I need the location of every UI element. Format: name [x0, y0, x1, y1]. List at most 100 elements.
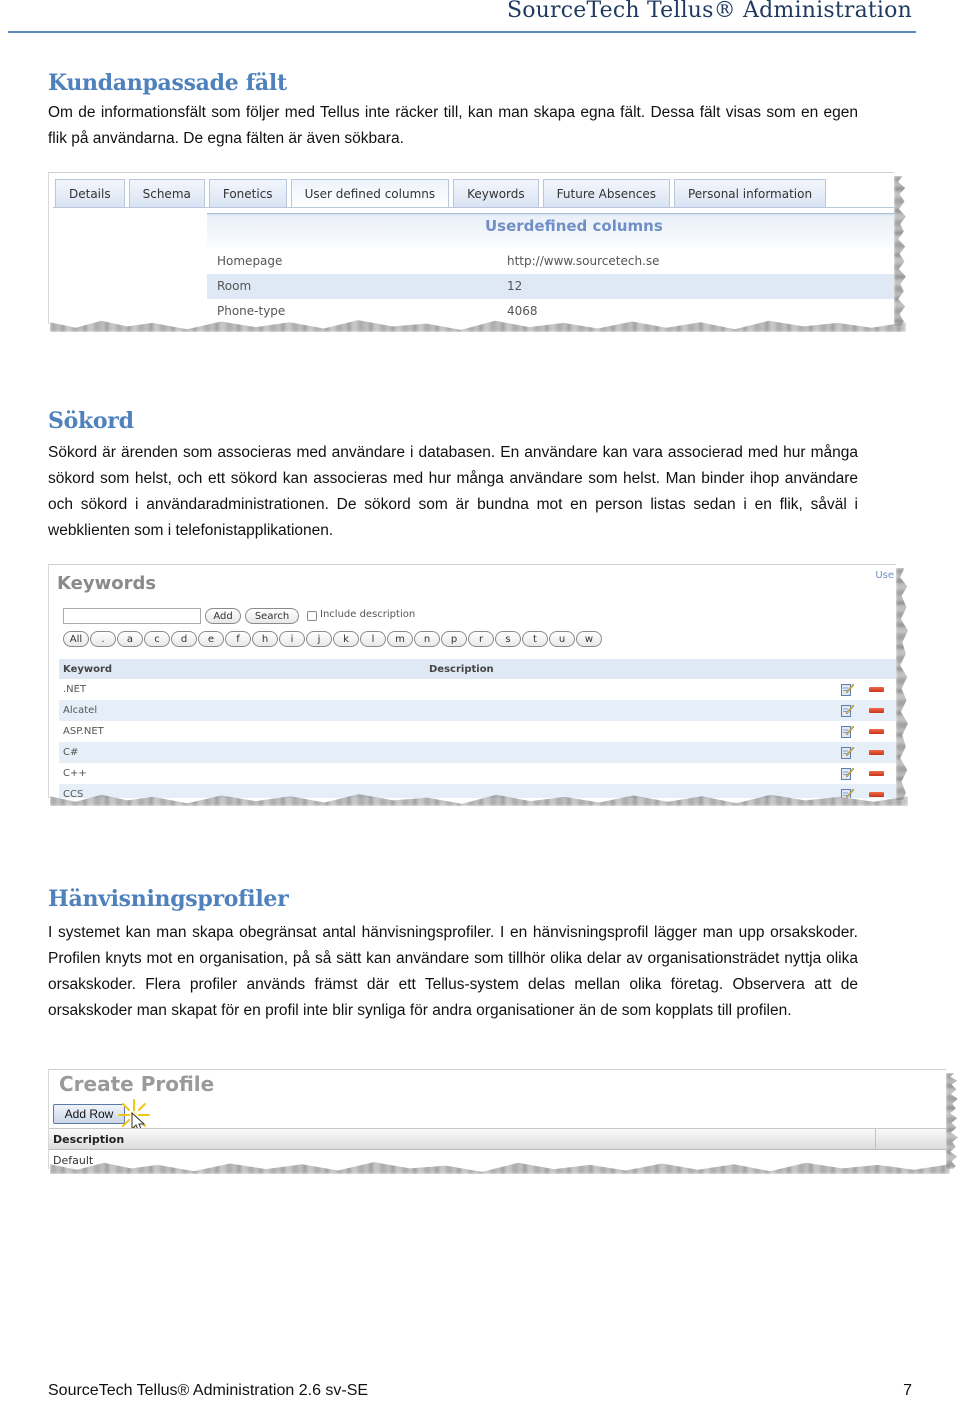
tab-keywords[interactable]: Keywords [453, 179, 539, 207]
profile-row-default: Default [53, 1154, 94, 1167]
tab-label: Future Absences [556, 186, 656, 201]
tab-label: User defined columns [304, 186, 436, 201]
letter-filter-button[interactable]: t [522, 631, 548, 647]
header-rule [8, 31, 916, 33]
udc-value: 4068 [507, 304, 538, 318]
keyword-row: .NET [59, 679, 896, 700]
letter-filter-button[interactable]: . [90, 631, 116, 647]
udc-field: Homepage [217, 254, 283, 268]
tab-future-absences[interactable]: Future Absences [542, 179, 670, 207]
edit-icon[interactable] [841, 766, 854, 780]
letter-filter-button[interactable]: n [414, 631, 440, 647]
keyword-row: C# [59, 742, 896, 763]
footer-document-name: SourceTech Tellus® Administration 2.6 sv… [48, 1382, 369, 1399]
keyword-name: CCS [63, 789, 84, 798]
letter-filter-button[interactable]: u [549, 631, 575, 647]
delete-icon[interactable] [869, 771, 884, 776]
tab-label: Personal information [687, 186, 813, 201]
letter-filter-button[interactable]: j [306, 631, 332, 647]
section-heading-kundanpassade: Kundanpassade fält [48, 70, 287, 96]
add-button[interactable]: Add [205, 608, 241, 624]
delete-icon[interactable] [869, 687, 884, 692]
delete-icon[interactable] [869, 729, 884, 734]
tab-label: Fonetics [222, 186, 273, 201]
tab-label: Schema [142, 186, 191, 201]
keyword-name: Alcatel [63, 705, 98, 716]
running-header: SourceTech Tellus® Administration [0, 0, 960, 36]
letter-filter-button[interactable]: c [144, 631, 170, 647]
search-button[interactable]: Search [245, 608, 299, 624]
letter-filter-button[interactable]: r [468, 631, 494, 647]
profile-table-header: Description [49, 1128, 946, 1150]
delete-icon[interactable] [869, 708, 884, 713]
create-profile-title: Create Profile [59, 1072, 215, 1096]
letter-filter-button[interactable]: s [495, 631, 521, 647]
letter-filter-button[interactable]: All [63, 631, 89, 647]
keyword-name: .NET [63, 684, 87, 695]
keyword-row: Alcatel [59, 700, 896, 721]
keywords-screenshot: Keywords Use Add Search Include descript… [48, 564, 896, 798]
delete-icon[interactable] [869, 750, 884, 755]
tab-underline [53, 207, 894, 208]
add-row-button[interactable]: Add Row [53, 1104, 125, 1124]
document-title: SourceTech Tellus® Administration [506, 0, 912, 23]
keywords-table-header: Keyword Description [59, 659, 896, 679]
torn-edge-right [946, 1073, 958, 1169]
edit-icon[interactable] [841, 787, 854, 798]
page-number: 7 [903, 1382, 912, 1399]
delete-icon[interactable] [869, 792, 884, 797]
letter-filter-button[interactable]: k [333, 631, 359, 647]
keyword-row: C++ [59, 763, 896, 784]
tab-label: Details [69, 186, 111, 201]
letter-filter-button[interactable]: p [441, 631, 467, 647]
tab-label: Keywords [467, 186, 525, 201]
udc-row: Phone-type 4068 [207, 299, 894, 324]
keyword-name: C++ [63, 768, 87, 779]
tab-personal-information[interactable]: Personal information [673, 179, 827, 207]
udc-field: Room [217, 279, 252, 293]
torn-edge-right [896, 568, 908, 800]
letter-filter-button[interactable]: h [252, 631, 278, 647]
tab-fonetics[interactable]: Fonetics [208, 179, 287, 207]
include-description-checkbox[interactable] [307, 611, 317, 621]
edit-icon[interactable] [841, 724, 854, 738]
column-header-keyword[interactable]: Keyword [63, 664, 112, 675]
letter-filter-button[interactable]: w [576, 631, 602, 647]
user-link[interactable]: Use [875, 570, 894, 581]
letter-filter-button[interactable]: m [387, 631, 413, 647]
edit-icon[interactable] [841, 745, 854, 759]
udc-row: Room 12 [207, 274, 894, 299]
user-tabs: Details Schema Fonetics User defined col… [55, 179, 827, 207]
keywords-title: Keywords [57, 573, 157, 594]
section-body-sokord: Sökord är ärenden som associeras med anv… [48, 444, 858, 539]
letter-filter-button[interactable]: f [225, 631, 251, 647]
letter-filter-button[interactable]: a [117, 631, 143, 647]
letter-filter-button[interactable]: d [171, 631, 197, 647]
edit-icon[interactable] [841, 703, 854, 717]
udc-row: Homepage http://www.sourcetech.se [207, 249, 894, 274]
column-header-description[interactable]: Description [53, 1133, 124, 1146]
keyword-search-input[interactable] [63, 608, 201, 624]
tab-user-defined-columns[interactable]: User defined columns [290, 179, 450, 207]
section-body-hanvisningsprofiler: I systemet kan man skapa obegränsat anta… [48, 924, 858, 1019]
keyword-name: C# [63, 747, 79, 758]
letter-filter-button[interactable]: e [198, 631, 224, 647]
torn-edge-right [894, 176, 906, 326]
udc-field: Phone-type [217, 304, 286, 318]
column-header-description[interactable]: Description [429, 664, 494, 675]
section-body-kundanpassade: Om de informationsfält som följer med Te… [48, 104, 858, 147]
keyword-row: ASP.NET [59, 721, 896, 742]
section-heading-hanvisningsprofiler: Hänvisningsprofiler [48, 886, 289, 912]
userdefined-columns-screenshot: Details Schema Fonetics User defined col… [48, 172, 894, 324]
letter-filter-button[interactable]: i [279, 631, 305, 647]
create-profile-screenshot: Create Profile Add Row Description Defau… [48, 1069, 946, 1169]
keyword-name: ASP.NET [63, 726, 104, 737]
edit-icon[interactable] [841, 682, 854, 696]
column-separator [875, 1129, 876, 1149]
panel-title: Userdefined columns [485, 217, 663, 235]
page-footer: SourceTech Tellus® Administration 2.6 sv… [48, 1382, 912, 1401]
udc-value: 12 [507, 279, 523, 293]
tab-schema[interactable]: Schema [128, 179, 205, 207]
letter-filter-button[interactable]: l [360, 631, 386, 647]
tab-details[interactable]: Details [55, 179, 125, 207]
